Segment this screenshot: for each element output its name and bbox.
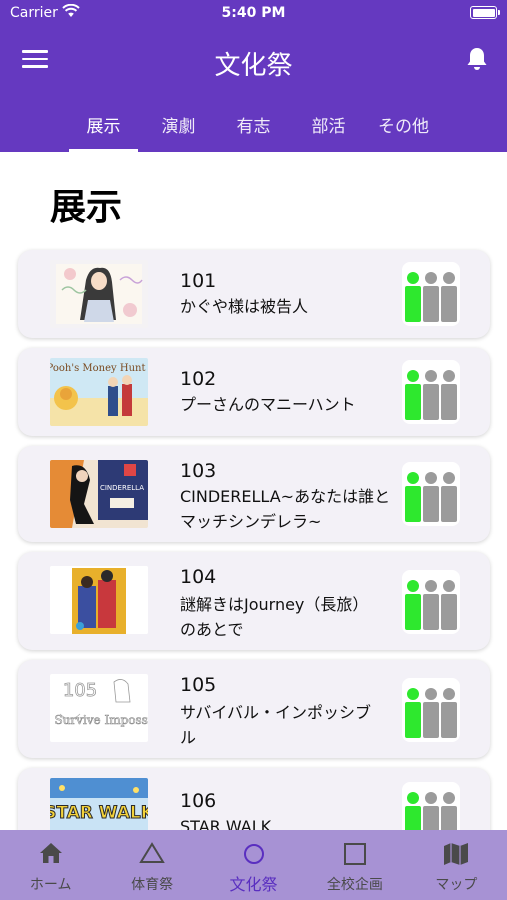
crowd-level-icon — [402, 570, 460, 634]
item-number: 105 — [180, 674, 217, 696]
list-item[interactable]: 104 謎解きはJourney（長旅）のあとで — [18, 552, 490, 650]
status-time: 5:40 PM — [221, 5, 286, 21]
thumb-caption: Pooh's Money Hunt — [50, 363, 145, 374]
map-icon — [444, 843, 469, 865]
nav-label: マップ — [435, 877, 478, 893]
thumb-caption: 105 Survive Impossible — [50, 713, 148, 727]
item-name: サバイバル・インポッシブル — [180, 703, 372, 747]
person-icon — [441, 370, 457, 420]
thumbnail-image — [50, 260, 148, 328]
person-icon — [441, 272, 457, 322]
person-icon — [405, 472, 421, 522]
thumbnail-image: Pooh's Money Hunt — [50, 358, 148, 426]
tab-exhibit[interactable]: 展示 — [66, 106, 141, 152]
tab-drama[interactable]: 演劇 — [141, 106, 216, 152]
nav-school-events[interactable]: 全校企画 — [304, 830, 405, 900]
item-number: 103 — [180, 460, 217, 482]
person-icon — [405, 792, 421, 830]
crowd-level-icon — [402, 782, 460, 830]
item-name: 謎解きはJourney（長旅）のあとで — [180, 595, 369, 639]
nav-label: 体育祭 — [131, 877, 174, 893]
status-bar: Carrier 5:40 PM — [0, 0, 507, 28]
person-icon — [441, 792, 457, 830]
thumb-caption: CINDERELLA — [100, 484, 144, 492]
svg-text:105: 105 — [63, 680, 97, 701]
person-icon — [405, 272, 421, 322]
crowd-level-icon — [402, 462, 460, 526]
person-icon — [423, 472, 439, 522]
list-item[interactable]: CINDERELLA 103 CINDERELLA~あなたは誰とマッチシンデレラ… — [18, 446, 490, 542]
item-name: STAR WALK — [180, 817, 272, 830]
crowd-level-icon — [402, 262, 460, 326]
item-name: かぐや様は被告人 — [180, 297, 309, 316]
item-number: 106 — [180, 790, 217, 812]
app-screen: Carrier 5:40 PM 文化祭 展示 演劇 有志 部活 その他 展示 1… — [0, 0, 507, 900]
item-name: CINDERELLA~あなたは誰とマッチシンデレラ~ — [180, 487, 391, 531]
nav-label: ホーム — [29, 877, 72, 893]
list-item[interactable]: 105 105 Survive Impossible 105 サバイバル・インポ… — [18, 660, 490, 758]
list-item[interactable]: 101 かぐや様は被告人 — [18, 250, 490, 338]
section-title: 展示 — [50, 187, 123, 228]
category-tabs: 展示 演劇 有志 部活 その他 — [0, 106, 507, 152]
item-number: 102 — [180, 368, 217, 390]
nav-map[interactable]: マップ — [406, 830, 507, 900]
item-number: 101 — [180, 270, 217, 292]
tab-volunteer[interactable]: 有志 — [216, 106, 291, 152]
tab-other[interactable]: その他 — [366, 106, 441, 152]
person-icon — [405, 580, 421, 630]
nav-label: 文化祭 — [229, 875, 278, 894]
home-icon — [39, 843, 62, 863]
nav-home[interactable]: ホーム — [0, 830, 101, 900]
person-icon — [423, 272, 439, 322]
battery-icon — [470, 6, 500, 19]
nav-culture-festival[interactable]: 文化祭 — [203, 830, 304, 900]
header: Carrier 5:40 PM 文化祭 展示 演劇 有志 部活 その他 — [0, 0, 507, 152]
crowd-level-icon — [402, 678, 460, 742]
square-icon — [343, 843, 366, 865]
person-icon — [405, 370, 421, 420]
nav-sports-festival[interactable]: 体育祭 — [101, 830, 202, 900]
person-icon — [441, 472, 457, 522]
person-icon — [441, 688, 457, 738]
person-icon — [423, 688, 439, 738]
circle-icon — [243, 844, 264, 864]
triangle-icon — [139, 842, 165, 863]
thumbnail-image: CINDERELLA — [50, 460, 148, 528]
list-item[interactable]: Pooh's Money Hunt 102 プーさんのマニーハント — [18, 348, 490, 436]
person-icon — [441, 580, 457, 630]
bottom-tab-bar: ホーム 体育祭 文化祭 全校企画 マップ — [0, 830, 507, 900]
person-icon — [423, 580, 439, 630]
thumb-caption: STAR WALK — [50, 803, 148, 823]
tab-club[interactable]: 部活 — [291, 106, 366, 152]
person-icon — [405, 688, 421, 738]
thumbnail-image: 105 105 Survive Impossible — [50, 674, 148, 742]
content-area[interactable]: 展示 101 かぐや様は被告人 Pooh's Money Hunt 102 プー… — [0, 152, 507, 830]
item-number: 104 — [180, 566, 217, 588]
list-item[interactable]: STAR WALK 106 STAR WALK — [18, 768, 490, 830]
crowd-level-icon — [402, 360, 460, 424]
thumbnail-image: STAR WALK — [50, 778, 148, 830]
person-icon — [423, 792, 439, 830]
person-icon — [423, 370, 439, 420]
page-title: 文化祭 — [214, 51, 293, 81]
item-name: プーさんのマニーハント — [180, 395, 356, 414]
thumbnail-image — [50, 566, 148, 634]
nav-label: 全校企画 — [326, 877, 383, 893]
bell-icon[interactable] — [465, 46, 489, 72]
